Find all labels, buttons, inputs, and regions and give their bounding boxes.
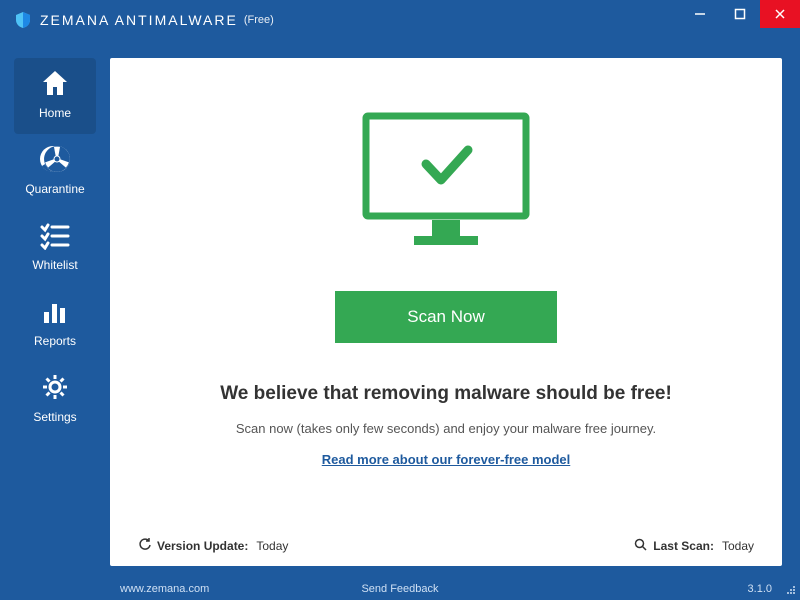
sidebar-item-label: Reports [34,334,76,348]
home-icon [14,68,96,101]
version-update-label: Version Update: [157,539,248,553]
version-update-value: Today [256,539,288,553]
search-icon [634,538,647,554]
last-scan-status[interactable]: Last Scan: Today [634,538,754,554]
sidebar-item-label: Whitelist [32,258,77,272]
sidebar-item-whitelist[interactable]: Whitelist [0,210,110,286]
website-link[interactable]: www.zemana.com [120,583,209,595]
resize-grip-icon[interactable] [784,583,796,598]
footer: www.zemana.com Send Feedback 3.1.0 [0,578,800,600]
scan-now-button[interactable]: Scan Now [335,291,557,343]
minimize-button[interactable] [680,0,720,28]
sidebar-item-quarantine[interactable]: Quarantine [0,134,110,210]
app-logo-icon [14,11,32,29]
monitor-ok-icon [346,108,546,263]
status-bar: Version Update: Today Last Scan: Today [138,538,754,554]
tagline: Scan now (takes only few seconds) and en… [236,421,656,436]
read-more-link[interactable]: Read more about our forever-free model [322,452,571,467]
close-button[interactable] [760,0,800,28]
main-panel: Scan Now We believe that removing malwar… [110,58,782,566]
sidebar-item-home[interactable]: Home [14,58,96,134]
last-scan-label: Last Scan: [653,539,714,553]
sidebar-item-label: Quarantine [25,182,84,196]
sidebar-item-reports[interactable]: Reports [0,286,110,362]
whitelist-icon [0,220,110,253]
sidebar-item-label: Home [39,106,71,120]
sidebar: Home Quarantine Whitelist Reports Settin… [0,58,110,438]
quarantine-icon [0,144,110,177]
send-feedback-link[interactable]: Send Feedback [361,583,438,595]
last-scan-value: Today [722,539,754,553]
sidebar-item-label: Settings [33,410,76,424]
window-controls [680,0,800,28]
headline: We believe that removing malware should … [220,383,672,405]
app-title: ZEMANA ANTIMALWARE [40,12,238,28]
reports-icon [0,296,110,329]
settings-icon [0,372,110,405]
sidebar-item-settings[interactable]: Settings [0,362,110,438]
edition-label: (Free) [244,14,274,26]
maximize-button[interactable] [720,0,760,28]
refresh-icon [138,538,151,554]
version-update-status[interactable]: Version Update: Today [138,538,288,554]
version-label: 3.1.0 [748,583,772,595]
